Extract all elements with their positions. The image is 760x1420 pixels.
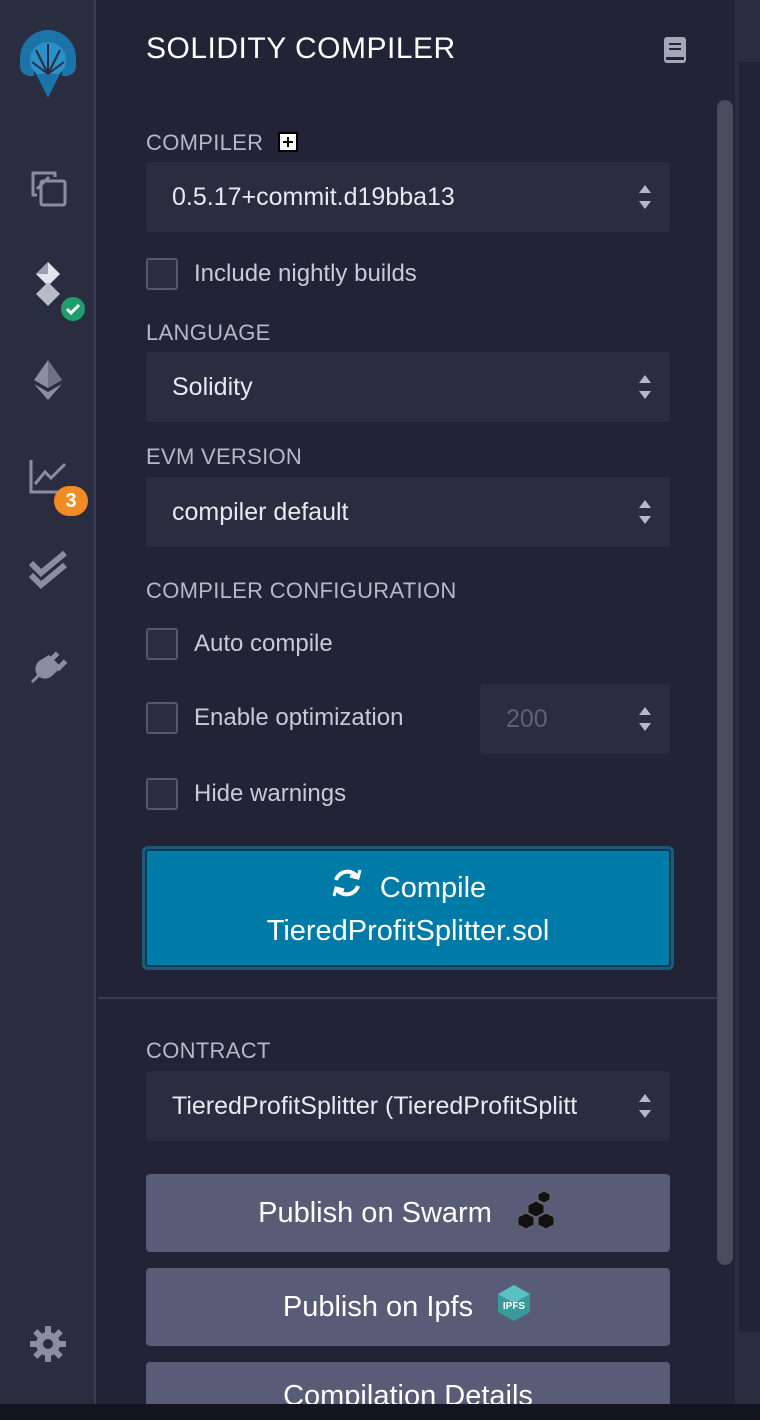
select-arrows-icon xyxy=(638,375,652,399)
language-label: LANGUAGE xyxy=(146,320,271,345)
hide-warnings-checkbox[interactable] xyxy=(146,778,178,810)
analysis-badge: 3 xyxy=(54,486,88,516)
auto-compile-label: Auto compile xyxy=(194,630,333,657)
compiler-version-value: 0.5.17+commit.d19bba13 xyxy=(172,182,455,211)
panel-scrollbar[interactable] xyxy=(717,100,733,1265)
nightly-builds-label: Include nightly builds xyxy=(194,260,417,287)
enable-optimization-checkbox[interactable] xyxy=(146,702,178,734)
plug-icon[interactable] xyxy=(24,644,72,692)
compiler-configuration-label: COMPILER CONFIGURATION xyxy=(146,578,457,603)
section-divider xyxy=(98,997,718,999)
editor-edge-inner xyxy=(739,62,760,1332)
select-arrows-icon xyxy=(638,500,652,524)
gear-icon[interactable] xyxy=(24,1320,72,1368)
compile-file-name: TieredProfitSplitter.sol xyxy=(266,914,550,947)
select-arrows-icon xyxy=(638,1094,652,1118)
auto-compile-row[interactable]: Auto compile xyxy=(146,628,333,660)
files-icon[interactable] xyxy=(24,164,72,212)
remix-logo-icon[interactable] xyxy=(6,22,90,106)
swarm-icon xyxy=(514,1189,558,1237)
language-select[interactable]: Solidity xyxy=(146,352,670,422)
check-icon xyxy=(58,294,88,324)
hide-warnings-row[interactable]: Hide warnings xyxy=(146,778,346,810)
publish-ipfs-button[interactable]: Publish on Ipfs IPFS xyxy=(146,1268,670,1346)
book-icon[interactable] xyxy=(662,36,688,64)
select-arrows-icon xyxy=(638,185,652,209)
optimization-runs-input[interactable]: 200 xyxy=(480,684,670,754)
nightly-builds-checkbox-row[interactable]: Include nightly builds xyxy=(146,258,417,290)
contract-select[interactable]: TieredProfitSplitter (TieredProfitSplitt xyxy=(146,1071,670,1141)
compiler-label: COMPILER xyxy=(146,130,264,155)
enable-optimization-row[interactable]: Enable optimization xyxy=(146,702,403,734)
double-check-icon[interactable] xyxy=(24,546,72,594)
language-value: Solidity xyxy=(172,372,253,401)
nightly-builds-checkbox[interactable] xyxy=(146,258,178,290)
stepper-arrows-icon[interactable] xyxy=(638,707,652,731)
ipfs-icon: IPFS xyxy=(495,1283,533,1331)
auto-compile-checkbox[interactable] xyxy=(146,628,178,660)
editor-edge xyxy=(735,0,760,1420)
evm-version-value: compiler default xyxy=(172,497,349,526)
compiler-version-select[interactable]: 0.5.17+commit.d19bba13 xyxy=(146,162,670,232)
solidity-compiler-panel: SOLIDITY COMPILER COMPILER 0.5.17+commit… xyxy=(98,0,735,1420)
contract-label: CONTRACT xyxy=(146,1038,271,1063)
publish-swarm-label: Publish on Swarm xyxy=(258,1196,492,1229)
evm-version-label: EVM VERSION xyxy=(146,444,303,469)
icon-panel: 3 xyxy=(0,0,96,1420)
refresh-icon xyxy=(330,866,364,911)
publish-ipfs-label: Publish on Ipfs xyxy=(282,1290,474,1323)
evm-version-select[interactable]: compiler default xyxy=(146,477,670,547)
compile-button-label: Compile xyxy=(379,872,487,904)
publish-swarm-button[interactable]: Publish on Swarm xyxy=(146,1174,670,1252)
contract-value: TieredProfitSplitter (TieredProfitSplitt xyxy=(172,1091,578,1120)
enable-optimization-label: Enable optimization xyxy=(194,704,404,731)
add-compiler-icon[interactable] xyxy=(278,132,298,152)
hide-warnings-label: Hide warnings xyxy=(194,780,347,807)
svg-text:IPFS: IPFS xyxy=(503,1301,526,1312)
optimization-runs-value: 200 xyxy=(506,704,548,733)
compile-button[interactable]: Compile TieredProfitSplitter.sol xyxy=(142,846,674,970)
panel-title: SOLIDITY COMPILER xyxy=(146,32,456,65)
ethereum-icon[interactable] xyxy=(24,356,72,404)
bottom-bar xyxy=(0,1404,760,1420)
